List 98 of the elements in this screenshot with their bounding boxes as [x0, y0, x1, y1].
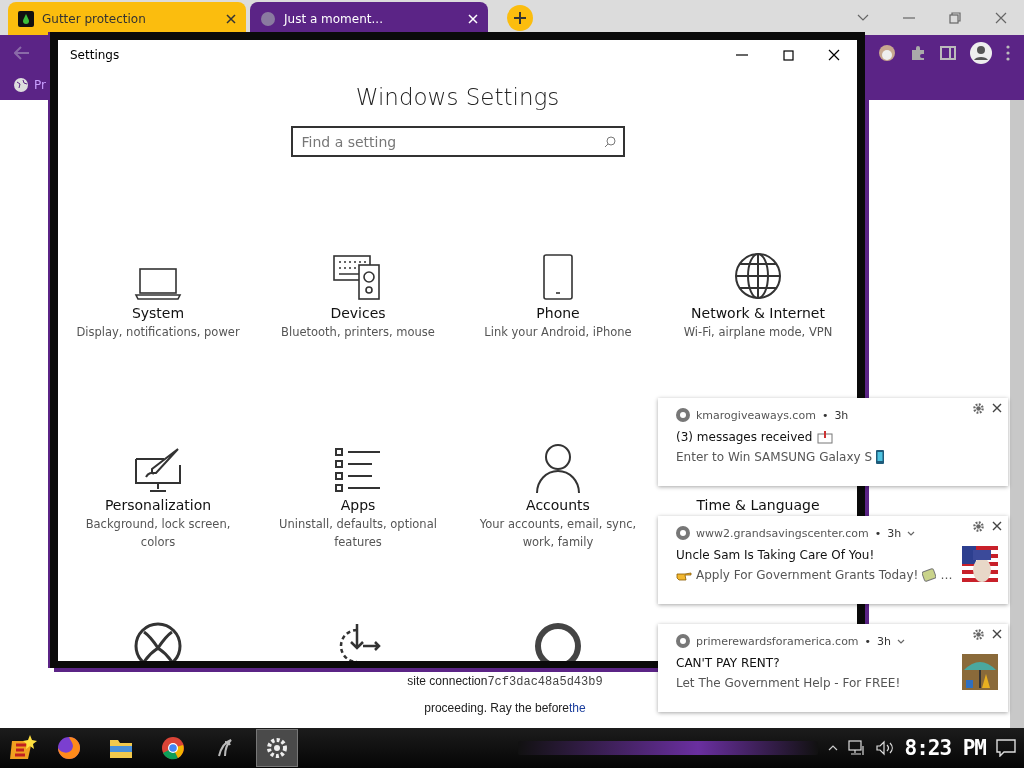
setting-title[interactable]: Accounts — [526, 497, 590, 513]
notification-body: Enter to Win SAMSUNG Galaxy S — [676, 450, 873, 464]
list-icon — [334, 447, 382, 493]
smartphone-icon — [876, 450, 885, 464]
minimize-icon — [903, 16, 915, 19]
search-icon — [603, 136, 616, 148]
globe-icon — [14, 78, 28, 92]
chevron-down-icon — [857, 13, 869, 22]
chrome-icon — [676, 526, 690, 540]
setting-description: Your accounts, email, sync, work, family — [478, 516, 638, 551]
setting-title[interactable]: Network & Internet — [691, 305, 825, 321]
back-arrow-icon — [14, 45, 30, 60]
setting-title[interactable]: Time & Language — [696, 497, 820, 513]
xbox-icon — [134, 622, 182, 661]
setting-description: Background, lock screen, colors — [84, 516, 232, 551]
notification-title: CAN'T PAY RENT? — [676, 656, 780, 670]
setting-description: Display, notifications, power — [75, 324, 241, 341]
close-icon — [468, 13, 478, 24]
notification-separator: • — [864, 634, 872, 648]
close-icon — [828, 49, 840, 61]
search-field[interactable]: Find a setting — [290, 126, 625, 157]
chrome-icon — [676, 634, 690, 648]
setting-description: Bluetooth, printers, mouse — [280, 324, 436, 341]
setting-description: Uninstall, defaults, optional features — [278, 516, 438, 551]
caret-up-icon — [828, 745, 839, 751]
notification-card[interactable]: primerewardsforamerica.com • 3h CAN'T PAY RENT? Let The Government Help - For FREE! — [658, 624, 1008, 712]
pointing-hand-icon — [676, 569, 692, 581]
notification-center-icon — [996, 739, 1016, 757]
chrome-icon — [161, 736, 185, 760]
browser-tab[interactable]: Gutter protection — [8, 2, 246, 35]
setting-title[interactable]: System — [131, 305, 185, 321]
close-icon — [992, 521, 1002, 531]
notification-site: primerewardsforamerica.com — [696, 634, 859, 648]
scrollbar[interactable] — [1010, 100, 1024, 728]
globe-icon — [733, 251, 783, 301]
setting-title[interactable]: Phone — [536, 305, 580, 321]
bookmark[interactable]: Pr — [14, 78, 46, 92]
notification-body: Let The Government Help - For FREE! — [676, 676, 901, 690]
setting-title[interactable]: Apps — [340, 497, 376, 513]
page-link[interactable]: the — [569, 701, 586, 715]
notification-title: Uncle Sam Is Taking Care Of You! — [676, 548, 875, 562]
page-text: site connection7cf3dac48a5d43b9 — [407, 674, 603, 689]
minimize-icon — [736, 54, 748, 56]
puzzle-icon[interactable] — [910, 44, 926, 61]
close-icon — [226, 13, 236, 24]
person-icon — [535, 443, 581, 493]
settings-heading: Windows Settings — [354, 84, 561, 110]
notification-age: 3h — [877, 634, 892, 648]
notification-card[interactable]: www2.grandsavingscenter.com • 3h Uncle Sam Is Taking Care Of You! Apply For Government Grants Today! … — [658, 516, 1008, 604]
folder-icon — [109, 737, 133, 759]
restore-icon — [949, 11, 961, 24]
notification-card[interactable]: kmarogiveaways.com • 3h (3) messages received Enter to Win SAMSUNG Galaxy S — [658, 398, 1008, 486]
extension-face-icon[interactable] — [878, 43, 896, 62]
notification-site: kmarogiveaways.com — [696, 408, 816, 422]
ring-icon — [534, 622, 582, 661]
setting-description: Wi-Fi, airplane mode, VPN — [682, 324, 834, 341]
firefox-icon — [57, 736, 81, 760]
taskbar-app[interactable] — [256, 729, 298, 767]
chevron-down-icon — [897, 638, 906, 644]
plus-icon — [514, 12, 526, 24]
side-panel-icon — [940, 45, 956, 60]
notification-body: Apply For Government Grants Today! — [696, 568, 919, 582]
notification-site: www2.grandsavingscenter.com — [696, 526, 869, 540]
smartphone-icon — [542, 253, 574, 301]
gear-icon — [265, 736, 289, 760]
setting-title[interactable]: Personalization — [104, 497, 212, 513]
notification-age: 3h — [834, 408, 849, 422]
ellipsis: … — [940, 568, 953, 582]
keyboard-speaker-icon — [333, 253, 383, 301]
settings-icon[interactable] — [973, 629, 984, 640]
maximize-icon — [782, 49, 794, 61]
setting-description: Link your Android, iPhone — [483, 324, 633, 341]
close-icon — [995, 11, 1007, 24]
notification-separator: • — [874, 526, 882, 540]
notification-separator: • — [821, 408, 829, 422]
money-icon — [922, 568, 937, 582]
monitor-brush-icon — [134, 445, 182, 493]
chevron-down-icon — [907, 530, 916, 536]
drop-icon — [18, 10, 34, 27]
notification-age: 3h — [887, 526, 902, 540]
profile-icon[interactable] — [970, 41, 992, 64]
settings-icon[interactable] — [973, 403, 984, 414]
menu-icon[interactable] — [1006, 44, 1010, 61]
close-icon — [992, 403, 1002, 413]
settings-icon[interactable] — [973, 521, 984, 532]
new-tab-button[interactable] — [507, 5, 533, 31]
volume-icon — [876, 740, 895, 756]
globe-icon — [260, 10, 276, 27]
chrome-icon — [676, 408, 690, 422]
laptop-icon — [134, 265, 182, 301]
window-title: Settings — [70, 48, 121, 62]
page-text: proceeding. Ray the beforethe — [424, 701, 586, 715]
envelope-icon — [817, 430, 834, 444]
notification-title: (3) messages received — [676, 430, 813, 444]
setting-title[interactable]: Devices — [330, 305, 386, 321]
clock[interactable]: 8:23 PM — [904, 736, 986, 760]
close-icon — [992, 629, 1002, 639]
network-icon — [848, 740, 867, 756]
